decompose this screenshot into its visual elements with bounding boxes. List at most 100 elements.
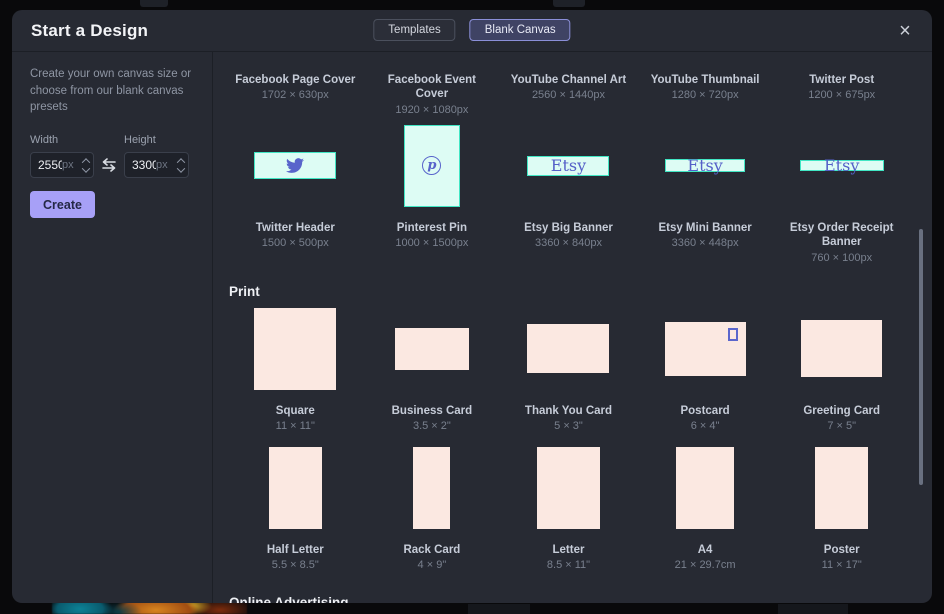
preset-dims: 3360 × 448px (645, 237, 766, 249)
preset-dims: 21 × 29.7cm (645, 559, 766, 571)
app-background: Start a Design Templates Blank Canvas × … (0, 0, 944, 614)
height-stepper[interactable] (173, 153, 188, 177)
preset-name: Postcard (645, 404, 766, 418)
width-stepper[interactable] (78, 153, 93, 177)
preset-thumbnail: Etsy (527, 156, 609, 176)
chevron-down-icon[interactable] (176, 164, 184, 172)
preset-name: Half Letter (235, 543, 356, 557)
preset-thumbnail-area (235, 442, 356, 534)
preset-thumbnail-area (508, 442, 629, 534)
preset-card-etsy-big-banner[interactable]: EtsyEtsy Big Banner3360 × 840px (500, 120, 637, 264)
preset-dims: 1702 × 630px (235, 89, 356, 101)
preset-card-letter[interactable]: Letter8.5 × 11" (500, 442, 637, 571)
preset-card-youtube-thumbnail[interactable]: YouTube Thumbnail1280 × 720px (637, 64, 774, 116)
preset-name: Square (235, 404, 356, 418)
preset-card-a4[interactable]: A4 21 × 29.7cm (637, 442, 774, 571)
preset-dims: 6 × 4" (645, 420, 766, 432)
height-input[interactable] (125, 158, 156, 172)
preset-dims: 1920 × 1080px (372, 104, 493, 116)
view-switcher: Templates Blank Canvas (373, 19, 570, 41)
pinterest-icon: p (422, 156, 441, 175)
preset-name: Poster (781, 543, 902, 557)
preset-card-rack-card[interactable]: Rack Card 4 × 9" (364, 442, 501, 571)
preset-card-twitter-header[interactable]: Twitter Header 1500 × 500px (227, 120, 364, 264)
width-unit-label: px (62, 159, 78, 171)
preset-card-twitter-post[interactable]: Twitter Post1200 × 675px (773, 64, 910, 116)
background-page-element (778, 604, 848, 614)
preset-thumbnail-area (781, 442, 902, 534)
preset-dims: 11 × 17" (781, 559, 902, 571)
preset-card-postcard[interactable]: Postcard 6 × 4" (637, 303, 774, 432)
preset-thumbnail-area: Etsy (645, 120, 766, 212)
scrollbar[interactable] (919, 229, 923, 485)
preset-thumbnail (254, 152, 336, 179)
preset-thumbnail (801, 320, 882, 377)
preset-name: A4 (645, 543, 766, 557)
preset-thumbnail: p (404, 125, 460, 207)
preset-dims: 3360 × 840px (508, 237, 629, 249)
preset-dims: 11 × 11" (235, 420, 356, 432)
preset-name: YouTube Thumbnail (645, 73, 766, 87)
preset-thumbnail: Etsy (665, 159, 745, 172)
chevron-down-icon[interactable] (81, 164, 89, 172)
preset-dims: 1200 × 675px (781, 89, 902, 101)
tab-templates[interactable]: Templates (373, 19, 455, 41)
preset-card-etsy-mini-banner[interactable]: EtsyEtsy Mini Banner3360 × 448px (637, 120, 774, 264)
tab-blank-canvas[interactable]: Blank Canvas (470, 19, 571, 41)
sidebar-description: Create your own canvas size or choose fr… (30, 66, 194, 116)
preset-card-youtube-channel-art[interactable]: YouTube Channel Art2560 × 1440px (500, 64, 637, 116)
background-page-element (140, 0, 168, 7)
preset-card-poster[interactable]: Poster 11 × 17" (773, 442, 910, 571)
create-button[interactable]: Create (30, 191, 95, 218)
preset-card-greeting-card[interactable]: Greeting Card7 × 5" (773, 303, 910, 432)
preset-thumbnail: Etsy (800, 160, 884, 171)
preset-thumbnail (665, 322, 746, 376)
preset-name: Twitter Header (235, 221, 356, 235)
height-field: Height px (124, 134, 189, 178)
swap-dimensions-icon[interactable] (94, 152, 124, 178)
preset-card-facebook-page-cover[interactable]: Facebook Page Cover1702 × 630px (227, 64, 364, 116)
background-page-element (553, 0, 585, 7)
preset-thumbnail (413, 447, 450, 529)
preset-name: Letter (508, 543, 629, 557)
preset-card-facebook-event-cover[interactable]: Facebook Event Cover 1920 × 1080px (364, 64, 501, 116)
preset-card-etsy-order-receipt-banner[interactable]: EtsyEtsy Order Receipt Banner760 × 100px (773, 120, 910, 264)
preset-card-square[interactable]: Square 11 × 11" (227, 303, 364, 432)
width-input[interactable] (31, 158, 62, 172)
preset-thumbnail (269, 447, 322, 529)
preset-name: Facebook Event Cover (372, 73, 493, 102)
preset-thumbnail (815, 447, 868, 529)
preset-card-business-card[interactable]: Business Card3.5 × 2" (364, 303, 501, 432)
preset-thumbnail-area (235, 120, 356, 212)
preset-row-print-2: Half Letter5.5 × 8.5" Rack Card 4 × 9" Lett… (227, 442, 910, 571)
preset-card-thank-you-card[interactable]: Thank You Card5 × 3" (500, 303, 637, 432)
preset-card-pinterest-pin[interactable]: p Pinterest Pin 1000 × 1500px (364, 120, 501, 264)
preset-row-print-1: Square 11 × 11" Business Card3.5 × 2"Thank… (227, 303, 910, 432)
preset-thumbnail-area: Etsy (508, 120, 629, 212)
section-header-print: Print (229, 284, 910, 299)
preset-thumbnail-area (235, 303, 356, 395)
preset-thumbnail (537, 447, 600, 529)
preset-dims: 4 × 9" (372, 559, 493, 571)
section-header-online-advertising: Online Advertising (229, 595, 910, 603)
preset-thumbnail-area (508, 303, 629, 395)
close-icon[interactable]: × (892, 18, 918, 44)
preset-thumbnail-area: p (372, 120, 493, 212)
preset-thumbnail-area (781, 303, 902, 395)
preset-row-social: Twitter Header 1500 × 500px p Pinterest Pin… (227, 120, 910, 264)
preset-dims: 1500 × 500px (235, 237, 356, 249)
preset-thumbnail (676, 447, 734, 529)
preset-thumbnail-area (372, 303, 493, 395)
preset-thumbnail-area: Etsy (781, 120, 902, 212)
preset-name: Rack Card (372, 543, 493, 557)
height-inputbox: px (124, 152, 189, 178)
width-label: Width (30, 134, 94, 146)
preset-dims: 7 × 5" (781, 420, 902, 432)
preset-thumbnail (254, 308, 336, 390)
preset-thumbnail-area (645, 303, 766, 395)
preset-name: Etsy Order Receipt Banner (781, 221, 902, 250)
custom-size-sidebar: Create your own canvas size or choose fr… (12, 52, 213, 603)
preset-name: Pinterest Pin (372, 221, 493, 235)
preset-card-half-letter[interactable]: Half Letter5.5 × 8.5" (227, 442, 364, 571)
preset-dims: 1000 × 1500px (372, 237, 493, 249)
